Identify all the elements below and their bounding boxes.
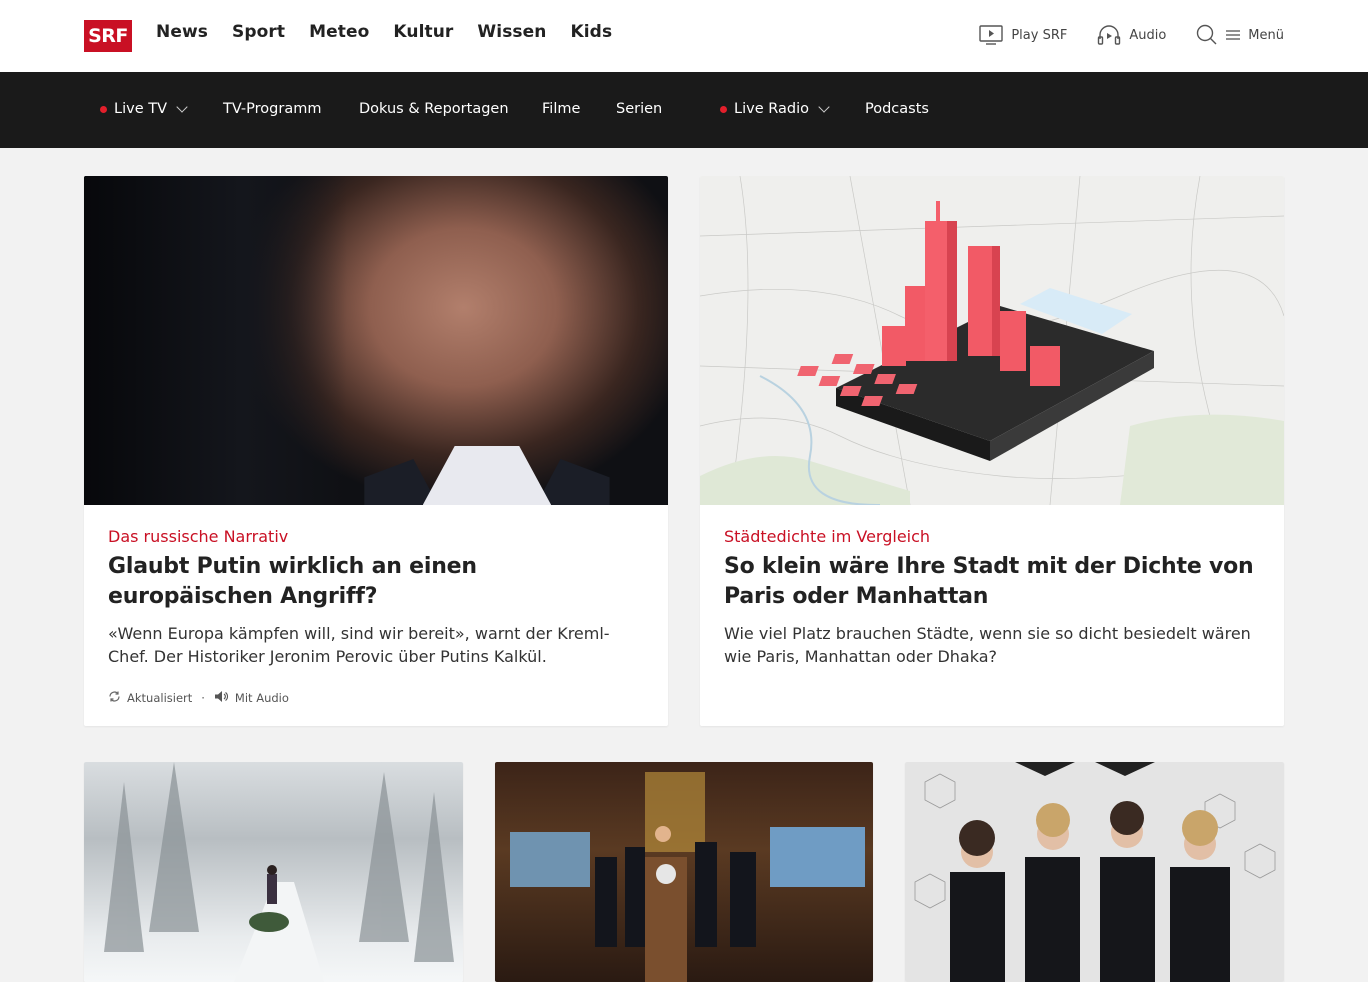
nav-kultur[interactable]: Kultur [393,22,453,42]
article-lead: Wie viel Platz brauchen Städte, wenn sie… [724,624,1251,666]
nav-meteo[interactable]: Meteo [309,22,369,42]
article-kicker: Das russische Narrativ [108,527,289,546]
hamburger-icon [1226,29,1241,41]
headphones-icon [1097,24,1121,46]
article-title[interactable]: So klein wäre Ihre Stadt mit der Dichte … [724,552,1260,612]
nav-wissen[interactable]: Wissen [477,22,546,42]
audio-label: Audio [1129,27,1167,43]
search-menu-button[interactable]: Menü [1196,24,1284,46]
article-image[interactable] [495,762,873,982]
tv-play-icon [979,24,1004,46]
srf-logo[interactable]: SRF [84,20,132,52]
serien-link[interactable]: Serien [616,101,662,117]
article-image[interactable] [700,176,1284,505]
article-card-putin[interactable]: Das russische Narrativ Glaubt Putin wirk… [84,176,668,726]
live-tv-label: Live TV [114,101,167,117]
play-srf-link[interactable]: Play SRF [979,24,1067,46]
article-image[interactable] [905,762,1284,982]
chevron-down-icon [176,101,188,113]
nav-news[interactable]: News [156,22,208,42]
utility-nav: Play SRF Audio Menü [979,24,1284,46]
chevron-down-icon [818,101,830,113]
live-dot-icon [100,105,107,113]
main-nav: News Sport Meteo Kultur Wissen Kids [156,22,612,42]
live-radio-dropdown[interactable]: Live Radio [720,101,830,117]
secondary-nav: Live TV TV-Programm Dokus & Reportagen F… [0,72,1368,148]
article-card-press-conference[interactable] [495,762,873,982]
top-header: SRF News Sport Meteo Kultur Wissen Kids … [0,0,1368,72]
dokus-link[interactable]: Dokus & Reportagen [359,101,509,117]
article-kicker: Städtedichte im Vergleich [724,527,931,546]
updated-label: Aktualisiert [127,691,193,705]
article-card-snow[interactable] [84,762,463,982]
audio-available-label: Mit Audio [234,691,289,705]
article-card-band[interactable] [905,762,1284,982]
article-title[interactable]: Glaubt Putin wirklich an einen europäisc… [108,552,644,612]
live-tv-dropdown[interactable]: Live TV [100,101,188,117]
article-lead: «Wenn Europa kämpfen will, sind wir bere… [108,624,610,666]
filme-link[interactable]: Filme [542,101,580,117]
calculator-illustration [700,176,1284,505]
live-dot-icon [720,105,727,113]
refresh-icon [108,690,121,706]
article-meta: Aktualisiert · Mit Audio [108,690,644,706]
nav-kids[interactable]: Kids [570,22,612,42]
podcasts-link[interactable]: Podcasts [865,101,929,117]
menu-label: Menü [1248,27,1284,43]
speaker-icon [214,690,229,706]
meta-separator: · [201,691,205,705]
nav-sport[interactable]: Sport [232,22,285,42]
live-radio-label: Live Radio [734,101,809,117]
article-image[interactable] [84,762,463,982]
tv-programm-link[interactable]: TV-Programm [223,101,321,117]
article-image[interactable] [84,176,668,505]
audio-link[interactable]: Audio [1097,24,1166,46]
article-card-city-density[interactable]: Städtedichte im Vergleich So klein wäre … [700,176,1284,726]
play-srf-label: Play SRF [1011,27,1068,43]
search-icon [1196,24,1218,46]
